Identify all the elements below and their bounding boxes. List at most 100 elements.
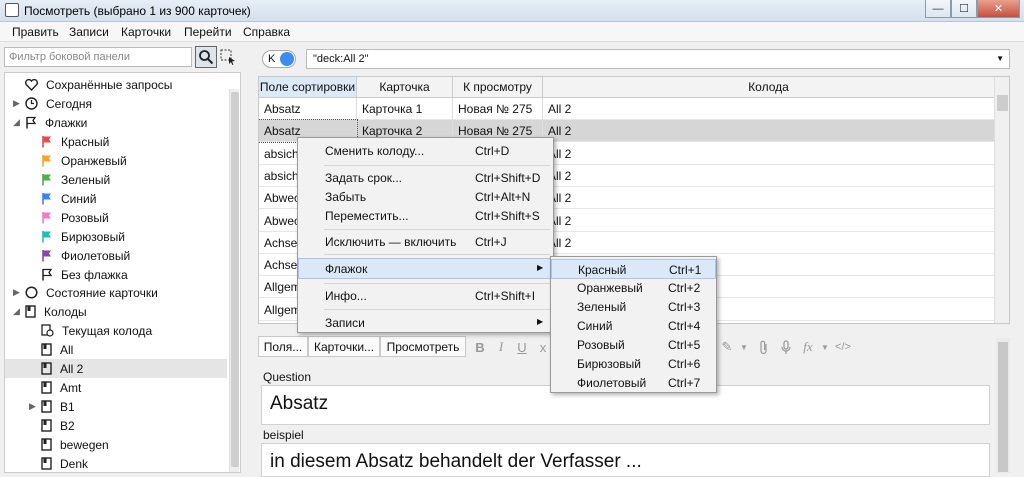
column-header-due[interactable]: К просмотру: [453, 77, 543, 98]
html-editor-icon[interactable]: </>: [834, 338, 852, 356]
sidebar-item-decks[interactable]: ◢ Колоды: [13, 302, 87, 321]
field-input-beispiel[interactable]: in diesem Absatz behandelt der Verfasser…: [261, 443, 990, 477]
sidebar-item-deck[interactable]: All 2: [41, 359, 83, 378]
sidebar-item-label: Без флажка: [61, 267, 128, 282]
expand-arrow-icon[interactable]: ▶: [13, 98, 20, 109]
collapse-arrow-icon[interactable]: ◢: [13, 306, 20, 317]
scrollbar-thumb[interactable]: [231, 92, 239, 467]
sidebar-item-label: Оранжевый: [61, 153, 127, 168]
formula-dropdown-icon[interactable]: ▼: [816, 338, 834, 356]
submenu-item-flag-red[interactable]: Красный Ctrl+1: [551, 259, 716, 279]
sidebar-item-flag-blue[interactable]: Синий: [41, 189, 96, 208]
sidebar-item-flag-pink[interactable]: Розовый: [41, 208, 109, 227]
sidebar-item-label: All: [60, 342, 74, 357]
minimize-button[interactable]: —: [925, 0, 951, 18]
submenu-arrow-icon: ▶: [537, 263, 544, 272]
menu-cards[interactable]: Карточки: [121, 25, 171, 39]
sidebar-item-label: Фиолетовый: [61, 248, 131, 263]
table-scrollbar[interactable]: [994, 77, 1009, 323]
cards-button[interactable]: Карточки...: [308, 336, 380, 357]
deck-icon: [41, 343, 52, 356]
scrollbar-thumb[interactable]: [998, 342, 1008, 472]
sidebar-item-flag-turquoise[interactable]: Бирюзовый: [41, 227, 125, 246]
sidebar-item-no-flag[interactable]: Без флажка: [41, 265, 128, 284]
menu-item-change-deck[interactable]: Сменить колоду... Ctrl+D: [298, 141, 553, 161]
sidebar-item-saved-searches[interactable]: Сохранённые запросы: [25, 75, 172, 94]
sidebar-item-label: Сегодня: [46, 96, 92, 111]
menu-help[interactable]: Справка: [243, 25, 290, 39]
maximize-button[interactable]: ☐: [951, 0, 977, 18]
menu-item-reposition[interactable]: Переместить... Ctrl+Shift+S: [298, 206, 553, 226]
sidebar-item-deck[interactable]: Amt: [41, 378, 81, 397]
sidebar-item-current-deck[interactable]: Текущая колода: [41, 321, 152, 340]
attach-icon[interactable]: [755, 338, 773, 356]
app-icon: [5, 3, 19, 17]
sidebar-scrollbar[interactable]: [229, 89, 239, 472]
table-row[interactable]: Absatz Карточка 1 Новая № 275 All 2: [259, 98, 995, 120]
editor-scrollbar[interactable]: [996, 338, 1010, 473]
menu-notes[interactable]: Записи: [69, 25, 109, 39]
highlight-pen-icon[interactable]: ✎: [718, 338, 736, 356]
editor-tabs: Поля... Карточки... Просмотреть: [258, 336, 466, 357]
expand-arrow-icon[interactable]: ▶: [29, 401, 36, 412]
clock-icon: [25, 97, 38, 110]
sidebar-item-flag-orange[interactable]: Оранжевый: [41, 151, 127, 170]
menu-item-info[interactable]: Инфо... Ctrl+Shift+I: [298, 286, 553, 306]
sidebar-item-deck[interactable]: Denk: [41, 454, 88, 472]
close-button[interactable]: ✕: [977, 0, 1020, 18]
fields-button[interactable]: Поля...: [258, 336, 308, 357]
sidebar-filter-input[interactable]: Фильтр боковой панели: [4, 47, 192, 67]
sidebar-item-label: Зеленый: [61, 172, 111, 187]
toggle-label: K: [268, 53, 276, 65]
submenu-item-flag-blue[interactable]: Синий Ctrl+4: [551, 316, 716, 336]
menu-item-forget[interactable]: Забыть Ctrl+Alt+N: [298, 187, 553, 207]
search-icon: [199, 50, 214, 65]
mode-toggle[interactable]: K: [262, 50, 296, 68]
menu-edit[interactable]: Править: [12, 25, 59, 39]
menu-item-flag[interactable]: Флажок ▶: [298, 258, 553, 279]
menu-item-notes[interactable]: Записи ▶: [298, 313, 553, 333]
window-title: Посмотреть (выбрано 1 из 900 карточек): [24, 4, 251, 18]
sidebar-item-card-state[interactable]: ▶ Состояние карточки: [13, 283, 158, 302]
column-header-deck[interactable]: Колода: [543, 77, 995, 98]
sidebar-item-deck[interactable]: B2: [41, 416, 75, 435]
menu-item-toggle-suspend[interactable]: Исключить — включить Ctrl+J: [298, 232, 553, 252]
dropdown-arrow-icon[interactable]: ▼: [996, 54, 1004, 63]
submenu-item-flag-orange[interactable]: Оранжевый Ctrl+2: [551, 278, 716, 298]
collapse-arrow-icon[interactable]: ◢: [13, 117, 20, 128]
deck-icon: [41, 419, 52, 432]
sidebar-item-flag-red[interactable]: Красный: [41, 132, 109, 151]
search-input[interactable]: "deck:All 2" ▼: [306, 49, 1010, 69]
search-button[interactable]: [195, 46, 217, 68]
sidebar-item-label: bewegen: [60, 437, 109, 452]
color-dropdown-icon[interactable]: ▼: [735, 338, 753, 356]
menu-go[interactable]: Перейти: [184, 25, 232, 39]
submenu-item-flag-turquoise[interactable]: Бирюзовый Ctrl+6: [551, 354, 716, 374]
sidebar-item-deck[interactable]: ▶ B1: [29, 397, 75, 416]
column-header-sort-field[interactable]: Поле сортировки: [259, 77, 357, 98]
sidebar-item-deck[interactable]: bewegen: [41, 435, 109, 454]
sidebar-item-flag-purple[interactable]: Фиолетовый: [41, 246, 130, 265]
underline-icon[interactable]: U: [513, 338, 531, 356]
microphone-icon[interactable]: [777, 338, 795, 356]
flag-submenu: Красный Ctrl+1 Оранжевый Ctrl+2 Зеленый Ctrl+…: [550, 256, 717, 393]
sidebar-item-today[interactable]: ▶ Сегодня: [13, 94, 92, 113]
table-cell: All 2: [543, 231, 995, 254]
preview-button[interactable]: Просмотреть: [380, 336, 466, 357]
menu-item-set-due[interactable]: Задать срок... Ctrl+Shift+D: [298, 168, 553, 188]
select-tool-button[interactable]: [220, 48, 236, 66]
sidebar-item-flags[interactable]: ◢ Флажки: [13, 113, 87, 132]
formula-icon[interactable]: fx: [799, 338, 817, 356]
italic-icon[interactable]: I: [492, 338, 510, 356]
sidebar-item-flag-green[interactable]: Зеленый: [41, 170, 110, 189]
search-input-value: "deck:All 2": [313, 53, 369, 65]
sidebar-item-deck[interactable]: All: [41, 340, 73, 359]
bold-icon[interactable]: B: [471, 338, 489, 356]
submenu-item-flag-green[interactable]: Зеленый Ctrl+3: [551, 297, 716, 317]
submenu-item-flag-pink[interactable]: Розовый Ctrl+5: [551, 335, 716, 355]
scrollbar-thumb[interactable]: [997, 95, 1008, 111]
submenu-item-flag-purple[interactable]: Фиолетовый Ctrl+7: [551, 373, 716, 393]
column-header-card[interactable]: Карточка: [357, 77, 453, 98]
sidebar-item-label: B1: [60, 399, 75, 414]
expand-arrow-icon[interactable]: ▶: [13, 287, 20, 298]
